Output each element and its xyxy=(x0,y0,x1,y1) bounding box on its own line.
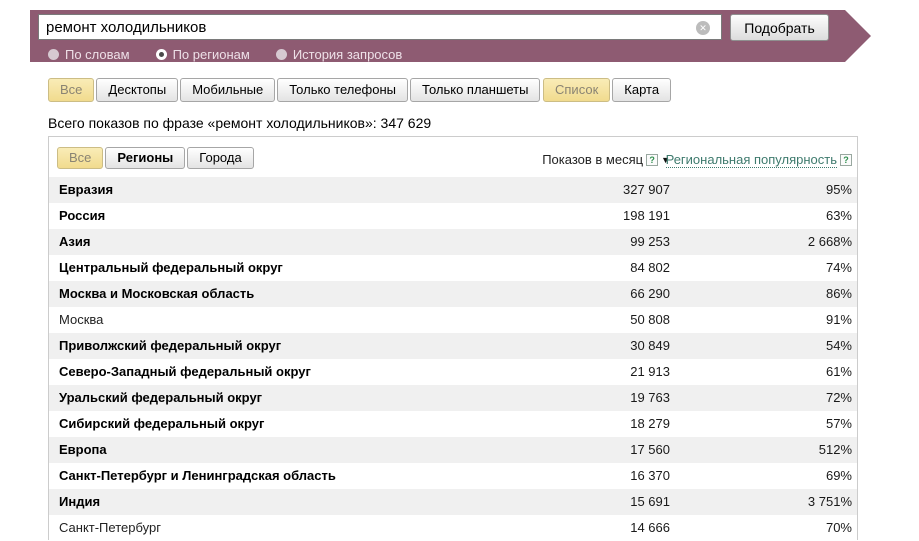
tab-device-tablets-only[interactable]: Только планшеты xyxy=(410,78,541,102)
popularity-value: 91% xyxy=(825,312,852,327)
region-name: Индия xyxy=(59,494,101,509)
tab-device-all[interactable]: Все xyxy=(48,78,95,102)
mode-label: По словам xyxy=(65,46,130,62)
device-tabs: Все Десктопы Мобильные Только телефоны Т… xyxy=(48,78,541,102)
regions-table: Все Регионы Города Показов в месяц ? ▼ Р… xyxy=(48,136,858,541)
impressions-value: 84 802 xyxy=(630,260,670,275)
impressions-value: 18 279 xyxy=(630,416,670,431)
view-tabs: Список Карта xyxy=(543,78,672,102)
column-header-popularity: Региональная популярность ? xyxy=(665,152,852,168)
region-scope-tabs: Все Регионы Города xyxy=(57,147,254,169)
mode-label: По регионам xyxy=(172,46,250,62)
impressions-value: 15 691 xyxy=(630,494,670,509)
popularity-value: 95% xyxy=(825,182,852,197)
impressions-value: 19 763 xyxy=(630,390,670,405)
help-icon[interactable]: ? xyxy=(646,153,659,166)
popularity-value: 70% xyxy=(825,520,852,535)
popularity-value: 512% xyxy=(818,442,852,457)
table-row: Северо-Западный федеральный округ 21 913… xyxy=(49,359,857,385)
popularity-value: 72% xyxy=(825,390,852,405)
popularity-value: 63% xyxy=(825,208,852,223)
tab-device-phones-only[interactable]: Только телефоны xyxy=(277,78,409,102)
mode-query-history[interactable]: История запросов xyxy=(275,46,403,62)
impressions-value: 66 290 xyxy=(630,286,670,301)
region-name: Москва и Московская область xyxy=(59,286,255,301)
table-row: Санкт-Петербург 14 666 70% xyxy=(49,515,857,541)
table-row: Европа 17 560 512% xyxy=(49,437,857,463)
mode-by-words[interactable]: По словам xyxy=(48,47,130,62)
impressions-value: 14 666 xyxy=(630,520,670,535)
region-name: Уральский федеральный округ xyxy=(59,390,263,405)
table-row: Москва и Московская область 66 290 86% xyxy=(49,281,857,307)
popularity-value: 57% xyxy=(825,416,852,431)
column-header-impressions: Показов в месяц ? ▼ xyxy=(542,152,670,167)
table-row: Москва 50 808 91% xyxy=(49,307,857,333)
table-row: Сибирский федеральный округ 18 279 57% xyxy=(49,411,857,437)
popularity-value: 69% xyxy=(825,468,852,483)
table-row: Евразия 327 907 95% xyxy=(49,177,857,203)
search-mode-group: По словам По регионам История запросов xyxy=(48,46,402,62)
city-name: Москва xyxy=(59,312,104,327)
tab-scope-cities[interactable]: Города xyxy=(187,147,254,169)
impressions-value: 17 560 xyxy=(630,442,670,457)
impressions-header-label: Показов в месяц xyxy=(542,152,644,167)
region-name: Сибирский федеральный округ xyxy=(59,416,265,431)
city-name: Санкт-Петербург xyxy=(59,520,161,535)
search-bar: ✕ Подобрать По словам По регионам Истори… xyxy=(30,10,871,62)
popularity-value: 3 751% xyxy=(807,494,852,509)
impressions-value: 30 849 xyxy=(630,338,670,353)
region-name: Азия xyxy=(59,234,91,249)
region-name: Европа xyxy=(59,442,107,457)
region-name: Россия xyxy=(59,208,106,223)
radio-icon[interactable] xyxy=(48,48,59,60)
submit-button[interactable]: Подобрать xyxy=(730,14,829,41)
table-row: Индия 15 691 3 751% xyxy=(49,489,857,515)
search-input[interactable] xyxy=(38,14,722,40)
radio-icon[interactable] xyxy=(275,48,287,60)
popularity-value: 74% xyxy=(825,260,852,275)
tab-device-desktop[interactable]: Десктопы xyxy=(96,78,179,102)
impressions-value: 198 191 xyxy=(623,208,670,223)
clear-icon[interactable]: ✕ xyxy=(696,21,710,35)
tab-device-mobile[interactable]: Мобильные xyxy=(180,78,276,102)
table-row: Санкт-Петербург и Ленинградская область … xyxy=(49,463,857,489)
table-row: Россия 198 191 63% xyxy=(49,203,857,229)
popularity-value: 86% xyxy=(825,286,852,301)
impressions-value: 21 913 xyxy=(630,364,670,379)
impressions-value: 50 808 xyxy=(630,312,670,327)
mode-by-regions[interactable]: По регионам xyxy=(155,46,250,62)
impressions-value: 99 253 xyxy=(630,234,670,249)
radio-selected-icon[interactable] xyxy=(155,48,167,60)
popularity-header-link[interactable]: Региональная популярность xyxy=(665,152,837,168)
region-name: Санкт-Петербург и Ленинградская область xyxy=(59,468,336,483)
region-rows: Евразия 327 907 95% Россия 198 191 63% А… xyxy=(49,177,857,541)
help-icon[interactable]: ? xyxy=(840,154,852,166)
mode-label: История запросов xyxy=(292,46,403,62)
tab-view-map[interactable]: Карта xyxy=(612,78,672,102)
tab-view-list[interactable]: Список xyxy=(543,78,611,102)
region-name: Центральный федеральный округ xyxy=(59,260,283,275)
region-name: Евразия xyxy=(59,182,114,197)
table-row: Уральский федеральный округ 19 763 72% xyxy=(49,385,857,411)
popularity-value: 54% xyxy=(825,338,852,353)
total-impressions-summary: Всего показов по фразе «ремонт холодильн… xyxy=(48,115,432,131)
table-row: Приволжский федеральный округ 30 849 54% xyxy=(49,333,857,359)
popularity-value: 2 668% xyxy=(807,234,852,249)
impressions-value: 16 370 xyxy=(630,468,670,483)
impressions-value: 327 907 xyxy=(623,182,670,197)
region-name: Северо-Западный федеральный округ xyxy=(59,364,311,379)
table-row: Центральный федеральный округ 84 802 74% xyxy=(49,255,857,281)
region-name: Приволжский федеральный округ xyxy=(59,338,282,353)
table-row: Азия 99 253 2 668% xyxy=(49,229,857,255)
tab-scope-regions[interactable]: Регионы xyxy=(105,147,186,169)
tab-scope-all[interactable]: Все xyxy=(57,147,104,169)
popularity-value: 61% xyxy=(825,364,852,379)
